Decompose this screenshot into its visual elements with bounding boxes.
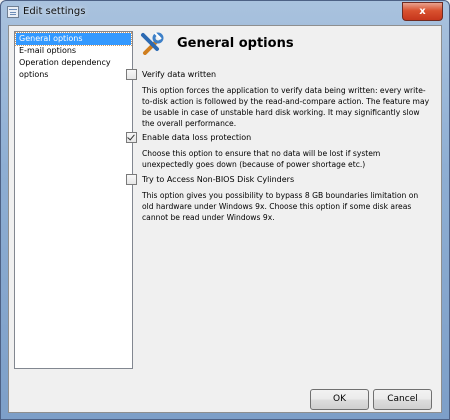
sidebar-item-email-options[interactable]: E-mail options [16, 45, 131, 57]
cancel-button[interactable]: Cancel [373, 389, 432, 410]
enable-data-loss-protection-description: Choose this option to ensure that no dat… [142, 149, 381, 169]
non-bios-disk-cylinders-checkbox[interactable] [126, 174, 137, 185]
window-title: Edit settings [23, 6, 86, 17]
sidebar-item-operation-dependency-options[interactable]: Operation dependency options [16, 57, 131, 79]
close-button[interactable]: x [402, 2, 443, 21]
enable-data-loss-protection-checkbox[interactable] [126, 132, 137, 143]
tools-icon [141, 32, 164, 55]
verify-data-written-label[interactable]: Verify data written [142, 69, 216, 80]
settings-category-list[interactable]: General options E-mail options Operation… [14, 31, 133, 369]
page-title: General options [177, 36, 294, 51]
title-bar[interactable]: Edit settings x [1, 1, 449, 25]
verify-data-written-description: This option forces the application to ve… [142, 86, 430, 128]
ok-button[interactable]: OK [310, 389, 369, 410]
non-bios-disk-cylinders-label[interactable]: Try to Access Non-BIOS Disk Cylinders [142, 174, 294, 185]
non-bios-disk-cylinders-description: This option gives you possibility to byp… [142, 191, 419, 222]
dialog-body: General options E-mail options Operation… [8, 25, 442, 413]
enable-data-loss-protection-label[interactable]: Enable data loss protection [142, 132, 251, 143]
sidebar-item-general-options[interactable]: General options [15, 32, 132, 46]
edit-settings-window: Edit settings x General options E-mail o… [0, 0, 450, 420]
verify-data-written-checkbox[interactable] [126, 69, 137, 80]
settings-list-icon [7, 6, 19, 18]
